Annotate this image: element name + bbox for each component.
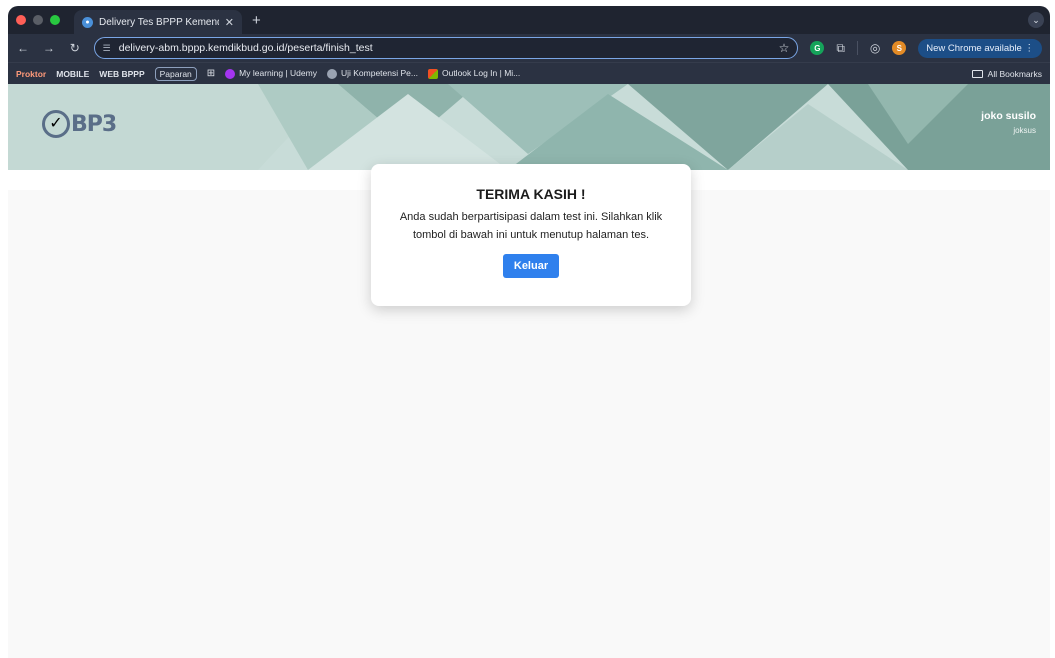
keluar-button[interactable]: Keluar	[502, 254, 560, 278]
back-icon[interactable]: ←	[16, 41, 30, 55]
logo-text: BP3	[71, 111, 117, 137]
extension-icon[interactable]: ◎	[870, 41, 880, 55]
browser-tab-active[interactable]: ● Delivery Tes BPPP Kemendik ✕	[74, 10, 242, 34]
check-logo-icon: ✓	[42, 110, 70, 138]
extensions-puzzle-icon[interactable]: ⧉	[836, 41, 845, 56]
bookmark-outlook-label: Outlook Log In | Mi...	[441, 68, 521, 79]
bookmark-paparan[interactable]: Paparan	[154, 66, 197, 81]
bookmark-proktor[interactable]: Proktor	[16, 69, 46, 79]
new-tab-icon[interactable]: +	[252, 12, 261, 29]
browser-window: ● Delivery Tes BPPP Kemendik ✕ + ⌄ ← → ↻…	[8, 6, 1050, 658]
globe-icon	[326, 68, 337, 79]
url-text: delivery-abm.bppp.kemdikbud.go.id/pesert…	[118, 42, 373, 54]
all-bookmarks-label: All Bookmarks	[987, 68, 1042, 79]
site-favicon-icon: ●	[82, 16, 93, 28]
header-banner: ✓ BP3 joko susilo joksus	[8, 84, 1050, 170]
user-info[interactable]: joko susilo joksus	[981, 110, 1036, 135]
bookmarks-bar: Proktor MOBILE WEB BPPP Paparan ⊞ My lea…	[8, 62, 1050, 84]
outlook-icon	[427, 68, 438, 79]
bookmark-udemy-label: My learning | Udemy	[239, 68, 317, 79]
tab-title: Delivery Tes BPPP Kemendik	[99, 16, 219, 28]
bookmark-web-bppp[interactable]: WEB BPPP	[99, 69, 144, 79]
udemy-icon	[225, 68, 236, 79]
bookmark-mobile[interactable]: MOBILE	[56, 69, 89, 79]
tab-search-icon[interactable]: ⌄	[1028, 12, 1044, 28]
banner-pattern	[8, 84, 1050, 170]
dialog-title: TERIMA KASIH !	[476, 186, 586, 202]
new-chrome-available-button[interactable]: New Chrome available ⋮	[918, 38, 1042, 58]
forward-icon[interactable]: →	[42, 41, 56, 55]
minimize-window-button[interactable]	[33, 15, 43, 25]
bookmark-star-icon[interactable]: ☆	[779, 41, 790, 55]
folder-icon	[971, 69, 983, 78]
bookmark-udemy[interactable]: My learning | Udemy	[225, 68, 317, 79]
user-username: joksus	[1013, 126, 1036, 135]
apps-grid-icon[interactable]: ⊞	[207, 68, 215, 79]
reload-icon[interactable]: ↻	[68, 41, 82, 55]
bookmark-uji-kompetensi[interactable]: Uji Kompetensi Pe...	[326, 68, 418, 79]
user-name: joko susilo	[981, 110, 1036, 122]
profile-avatar-icon[interactable]: S	[892, 41, 907, 55]
close-window-button[interactable]	[16, 15, 26, 25]
bookmark-uji-label: Uji Kompetensi Pe...	[340, 68, 418, 79]
finish-dialog: TERIMA KASIH ! Anda sudah berpartisipasi…	[371, 164, 691, 306]
bppp-logo: ✓ BP3	[42, 110, 117, 138]
browser-toolbar: ← → ↻ ☰ delivery-abm.bppp.kemdikbud.go.i…	[8, 34, 1050, 62]
new-chrome-label: New Chrome available	[926, 42, 1022, 54]
window-controls	[16, 15, 60, 25]
close-tab-icon[interactable]: ✕	[225, 16, 234, 29]
site-info-icon[interactable]: ☰	[103, 43, 111, 54]
bookmark-outlook[interactable]: Outlook Log In | Mi...	[427, 68, 521, 79]
address-bar[interactable]: ☰ delivery-abm.bppp.kemdikbud.go.id/pese…	[93, 37, 799, 59]
page-content: ✓ BP3 joko susilo joksus TERIMA KASIH ! …	[8, 84, 1050, 658]
toolbar-divider	[856, 41, 858, 55]
all-bookmarks-button[interactable]: All Bookmarks	[971, 68, 1042, 79]
tab-strip: ● Delivery Tes BPPP Kemendik ✕ + ⌄	[8, 6, 1050, 34]
dialog-message: Anda sudah berpartisipasi dalam test ini…	[399, 211, 663, 241]
maximize-window-button[interactable]	[50, 15, 60, 25]
grammarly-extension-icon[interactable]: G	[810, 41, 825, 55]
